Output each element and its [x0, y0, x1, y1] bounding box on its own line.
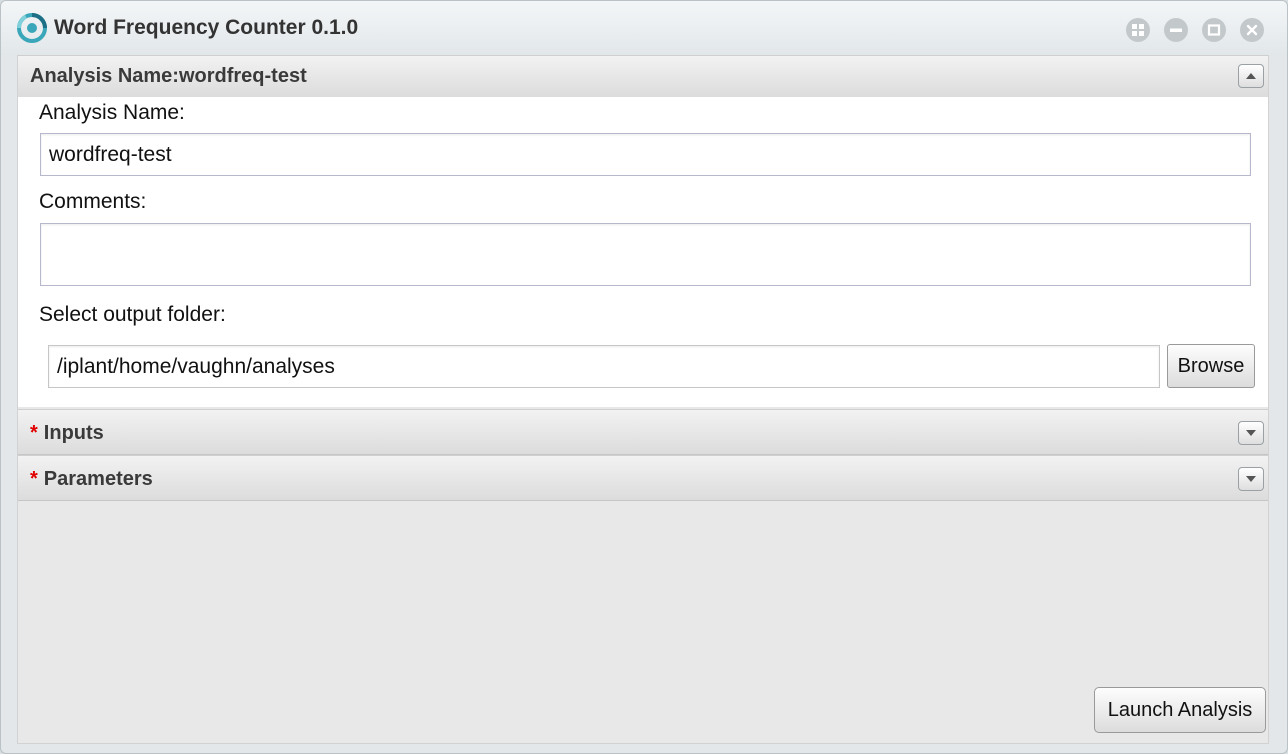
parameters-section-title: * Parameters — [30, 468, 153, 491]
comments-label: Comments: — [39, 190, 147, 213]
collapse-analysis-button[interactable] — [1238, 64, 1264, 88]
inputs-label: Inputs — [43, 422, 104, 444]
analysis-section-header[interactable]: Analysis Name:wordfreq-test — [18, 55, 1268, 98]
app-logo-icon — [17, 13, 47, 43]
title-bar[interactable]: Word Frequency Counter 0.1.0 — [1, 1, 1287, 55]
analysis-form: Analysis Name: Comments: Select output f… — [18, 97, 1268, 407]
inputs-section-header[interactable]: * Inputs — [18, 409, 1268, 455]
window-title: Word Frequency Counter 0.1.0 — [54, 16, 359, 39]
app-window: Word Frequency Counter 0.1.0 Analysis Na… — [0, 0, 1288, 754]
maximize-icon[interactable] — [1202, 18, 1226, 42]
analysis-name-input[interactable] — [40, 133, 1251, 176]
close-icon[interactable] — [1240, 18, 1264, 42]
comments-field[interactable] — [40, 223, 1251, 286]
analysis-section-title: Analysis Name:wordfreq-test — [30, 65, 307, 87]
output-folder-label: Select output folder: — [39, 303, 226, 326]
parameters-section-header[interactable]: * Parameters — [18, 455, 1268, 501]
chevron-down-icon — [1246, 476, 1256, 482]
grid-icon[interactable] — [1126, 18, 1150, 42]
expand-inputs-button[interactable] — [1238, 421, 1264, 445]
chevron-down-icon — [1246, 430, 1256, 436]
analysis-name-label: Analysis Name: — [39, 101, 185, 124]
parameters-label: Parameters — [43, 468, 153, 490]
required-marker: * — [30, 422, 38, 444]
inputs-section-title: * Inputs — [30, 422, 104, 445]
expand-parameters-button[interactable] — [1238, 467, 1264, 491]
dialog-content: Analysis Name:wordfreq-test Analysis Nam… — [17, 55, 1269, 744]
minimize-icon[interactable] — [1164, 18, 1188, 42]
launch-analysis-button[interactable]: Launch Analysis — [1094, 687, 1266, 733]
required-marker: * — [30, 468, 38, 490]
output-folder-input[interactable] — [48, 345, 1160, 388]
chevron-up-icon — [1246, 73, 1256, 79]
browse-button[interactable]: Browse — [1167, 344, 1255, 388]
